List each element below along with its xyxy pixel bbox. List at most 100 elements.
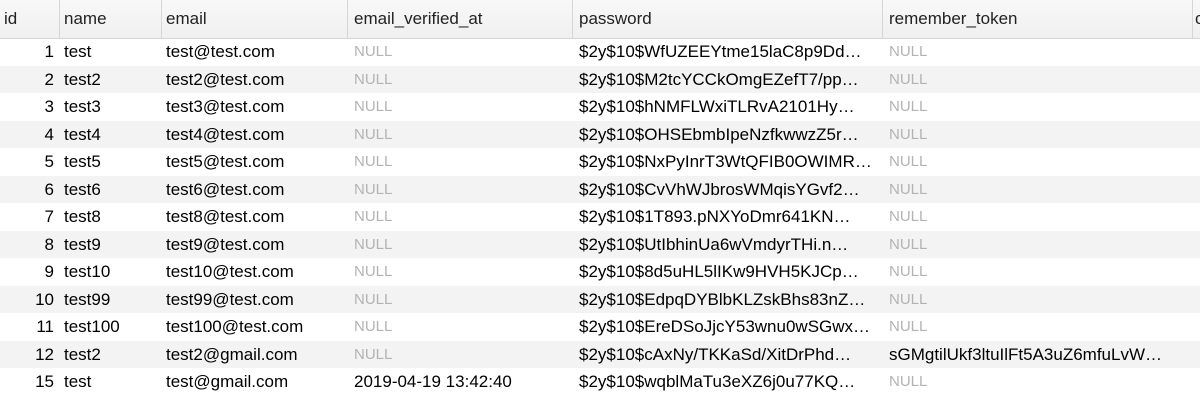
table-body: 1 test test@test.com NULL $2y$10$WfUZEEYtme1… (0, 38, 1200, 396)
cell-id[interactable]: 4 (0, 121, 60, 149)
table-row[interactable]: 9 test10 test10@test.com NULL $2y$10$8d5uHL5… (0, 258, 1200, 286)
column-header-email-verified-at[interactable]: email_verified_at (348, 0, 573, 38)
cell-id[interactable]: 3 (0, 93, 60, 121)
cell-email[interactable]: test2@gmail.com (162, 341, 348, 369)
cell-password[interactable]: $2y$10$EreDSoJjcY53wnu0wSGwx… (573, 313, 883, 341)
cell-id[interactable]: 8 (0, 231, 60, 259)
cell-password[interactable]: $2y$10$8d5uHL5lIKw9HVH5KJCp… (573, 258, 883, 286)
cell-password[interactable]: $2y$10$hNMFLWxiTLRvA2101Hy… (573, 93, 883, 121)
cell-password[interactable]: $2y$10$1T893.pNXYoDmr641KN… (573, 203, 883, 231)
cell-name[interactable]: test4 (60, 121, 162, 149)
cell-password[interactable]: $2y$10$CvVhWJbrosWMqisYGvf2… (573, 176, 883, 204)
cell-name[interactable]: test (60, 368, 162, 396)
cell-email-verified-at[interactable]: NULL (348, 93, 573, 121)
cell-name[interactable]: test99 (60, 286, 162, 314)
cell-password[interactable]: $2y$10$wqblMaTu3eXZ6j0u77KQ… (573, 368, 883, 396)
cell-email-verified-at[interactable]: NULL (348, 231, 573, 259)
table-row[interactable]: 1 test test@test.com NULL $2y$10$WfUZEEYtme1… (0, 38, 1200, 66)
table-row[interactable]: 3 test3 test3@test.com NULL $2y$10$hNMFLWxiT… (0, 93, 1200, 121)
cell-remember-token[interactable]: NULL (883, 66, 1193, 94)
cell-id[interactable]: 15 (0, 368, 60, 396)
cell-id[interactable]: 11 (0, 313, 60, 341)
cell-id[interactable]: 1 (0, 38, 60, 66)
cell-remember-token[interactable]: NULL (883, 231, 1193, 259)
cell-email[interactable]: test9@test.com (162, 231, 348, 259)
table-row[interactable]: 11 test100 test100@test.com NULL $2y$10$EreD… (0, 313, 1200, 341)
table-row[interactable]: 7 test8 test8@test.com NULL $2y$10$1T893.pNX… (0, 203, 1200, 231)
cell-email-verified-at[interactable]: NULL (348, 313, 573, 341)
cell-id[interactable]: 5 (0, 148, 60, 176)
cell-name[interactable]: test3 (60, 93, 162, 121)
results-grid: id name email email_verified_at password… (0, 0, 1200, 403)
cell-id[interactable]: 10 (0, 286, 60, 314)
cell-password[interactable]: $2y$10$NxPyInrT3WtQFIB0OWIMR… (573, 148, 883, 176)
cell-name[interactable]: test9 (60, 231, 162, 259)
cell-name[interactable]: test5 (60, 148, 162, 176)
cell-id[interactable]: 2 (0, 66, 60, 94)
cell-id[interactable]: 6 (0, 176, 60, 204)
cell-email[interactable]: test99@test.com (162, 286, 348, 314)
column-header-name[interactable]: name (60, 0, 162, 38)
cell-email-verified-at[interactable]: NULL (348, 148, 573, 176)
cell-remember-token[interactable]: NULL (883, 176, 1193, 204)
cell-remember-token[interactable]: NULL (883, 286, 1193, 314)
cell-name[interactable]: test (60, 38, 162, 66)
cell-name[interactable]: test6 (60, 176, 162, 204)
table-row[interactable]: 5 test5 test5@test.com NULL $2y$10$NxPyInrT3… (0, 148, 1200, 176)
cell-email-verified-at[interactable]: NULL (348, 203, 573, 231)
cell-name[interactable]: test2 (60, 66, 162, 94)
cell-email-verified-at[interactable]: NULL (348, 121, 573, 149)
cell-email-verified-at[interactable]: NULL (348, 176, 573, 204)
cell-name[interactable]: test2 (60, 341, 162, 369)
column-header-email[interactable]: email (162, 0, 348, 38)
cell-email-verified-at[interactable]: NULL (348, 38, 573, 66)
column-header-password[interactable]: password (573, 0, 883, 38)
column-header-id[interactable]: id (0, 0, 60, 38)
cell-remember-token[interactable]: NULL (883, 93, 1193, 121)
column-header-remember-token[interactable]: remember_token (883, 0, 1193, 38)
cell-email[interactable]: test8@test.com (162, 203, 348, 231)
cell-password[interactable]: $2y$10$cAxNy/TKKaSd/XitDrPhd… (573, 341, 883, 369)
table-row[interactable]: 4 test4 test4@test.com NULL $2y$10$OHSEbmbIp… (0, 120, 1200, 149)
cell-id[interactable]: 9 (0, 258, 60, 286)
cell-remember-token[interactable]: NULL (883, 313, 1193, 341)
table-row[interactable]: 15 test test@gmail.com 2019-04-19 13:42:40 $… (0, 368, 1200, 396)
cell-name[interactable]: test10 (60, 258, 162, 286)
cell-email-verified-at[interactable]: NULL (348, 66, 573, 94)
cell-remember-token[interactable]: NULL (883, 148, 1193, 176)
cell-id[interactable]: 7 (0, 203, 60, 231)
cell-name[interactable]: test8 (60, 203, 162, 231)
cell-email[interactable]: test6@test.com (162, 176, 348, 204)
table-row[interactable]: 12 test2 test2@gmail.com NULL $2y$10$cAxNy/T… (0, 340, 1200, 369)
cell-email[interactable]: test3@test.com (162, 93, 348, 121)
cell-email[interactable]: test10@test.com (162, 258, 348, 286)
cell-id[interactable]: 12 (0, 341, 60, 369)
cell-password[interactable]: $2y$10$WfUZEEYtme15laC8p9Dd… (573, 38, 883, 66)
cell-email-verified-at[interactable]: 2019-04-19 13:42:40 (348, 368, 573, 396)
cell-remember-token[interactable]: NULL (883, 121, 1193, 149)
cell-email[interactable]: test2@test.com (162, 66, 348, 94)
cell-remember-token[interactable]: NULL (883, 258, 1193, 286)
table-row[interactable]: 8 test9 test9@test.com NULL $2y$10$UtIbhinUa… (0, 230, 1200, 259)
table-row[interactable]: 2 test2 test2@test.com NULL $2y$10$M2tcYCCkO… (0, 65, 1200, 94)
cell-remember-token[interactable]: sGMgtilUkf3ltuIlFt5A3uZ6mfuLvW… (883, 341, 1193, 369)
cell-password[interactable]: $2y$10$OHSEbmbIpeNzfkwwzZ5r… (573, 121, 883, 149)
cell-email-verified-at[interactable]: NULL (348, 258, 573, 286)
cell-email[interactable]: test100@test.com (162, 313, 348, 341)
cell-remember-token[interactable]: NULL (883, 368, 1193, 396)
cell-password[interactable]: $2y$10$M2tcYCCkOmgEZefT7/pp… (573, 66, 883, 94)
cell-name[interactable]: test100 (60, 313, 162, 341)
table-row[interactable]: 6 test6 test6@test.com NULL $2y$10$CvVhWJbro… (0, 175, 1200, 204)
cell-email[interactable]: test5@test.com (162, 148, 348, 176)
cell-remember-token[interactable]: NULL (883, 203, 1193, 231)
cell-email[interactable]: test@gmail.com (162, 368, 348, 396)
cell-email-verified-at[interactable]: NULL (348, 286, 573, 314)
cell-password[interactable]: $2y$10$UtIbhinUa6wVmdyrTHi.n… (573, 231, 883, 259)
cell-email-verified-at[interactable]: NULL (348, 341, 573, 369)
column-header-next[interactable]: c (1193, 0, 1200, 38)
cell-email[interactable]: test@test.com (162, 38, 348, 66)
cell-password[interactable]: $2y$10$EdpqDYBlbKLZskBhs83nZ… (573, 286, 883, 314)
cell-remember-token[interactable]: NULL (883, 38, 1193, 66)
table-row[interactable]: 10 test99 test99@test.com NULL $2y$10$EdpqDY… (0, 285, 1200, 314)
cell-email[interactable]: test4@test.com (162, 121, 348, 149)
